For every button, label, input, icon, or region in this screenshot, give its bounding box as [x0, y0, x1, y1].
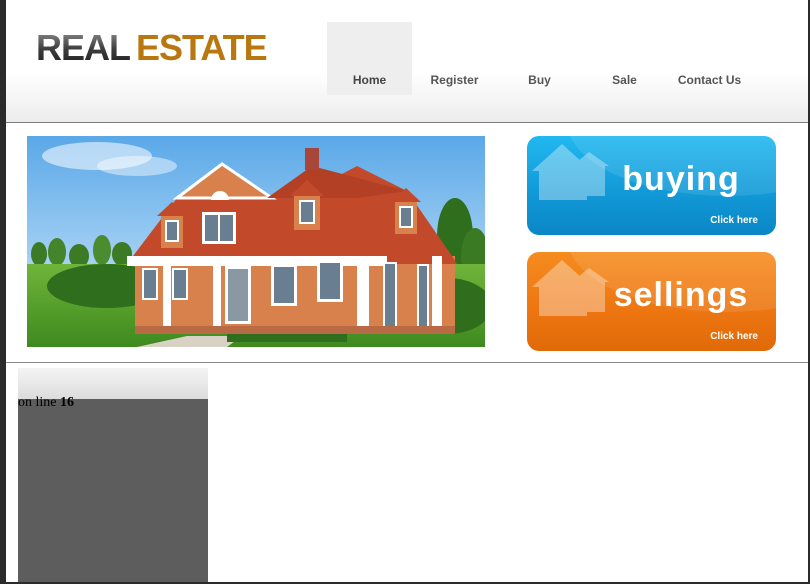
error-prefix: on line: [18, 395, 57, 410]
selling-click-here[interactable]: Click here: [710, 331, 758, 342]
buying-title: buying: [622, 160, 740, 198]
nav-home[interactable]: Home: [327, 22, 412, 95]
sidebar-box: [18, 399, 208, 582]
site-header: REAL ESTATE Home Register Buy Sale Contac…: [6, 0, 808, 123]
site-logo[interactable]: REAL ESTATE: [36, 27, 268, 68]
hero-house-image: [27, 136, 485, 347]
logo-word-estate: ESTATE: [136, 27, 268, 68]
buying-banner[interactable]: buying Click here: [527, 136, 776, 235]
selling-title: sellings: [613, 276, 749, 314]
buying-click-here[interactable]: Click here: [710, 215, 758, 226]
nav-contact-us[interactable]: Contact Us: [667, 22, 752, 95]
php-error-text: on line 16: [18, 395, 74, 411]
section-divider: [6, 362, 808, 363]
nav-buy[interactable]: Buy: [497, 22, 582, 95]
house-illustration: [27, 136, 485, 347]
error-line-number: 16: [60, 395, 74, 410]
nav-sale[interactable]: Sale: [582, 22, 667, 95]
nav-register[interactable]: Register: [412, 22, 497, 95]
logo-word-real: REAL: [36, 27, 131, 68]
selling-banner[interactable]: sellings Click here: [527, 252, 776, 351]
page: REAL ESTATE Home Register Buy Sale Contac…: [6, 0, 808, 582]
